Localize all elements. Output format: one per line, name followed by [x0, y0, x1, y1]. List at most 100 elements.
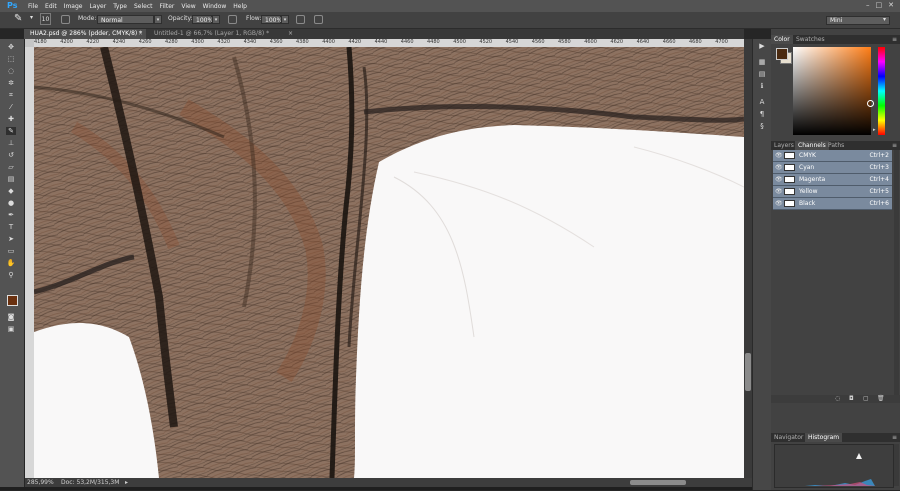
properties-icon[interactable]: ▤ — [756, 69, 768, 79]
channels-panel-menu-icon[interactable]: ≡ — [892, 141, 897, 150]
pressure-opacity-icon[interactable] — [228, 15, 237, 24]
vertical-scrollbar[interactable] — [744, 39, 752, 478]
menu-help[interactable]: Help — [233, 3, 247, 10]
mode-select[interactable]: Normal — [97, 15, 154, 24]
tab-hua2[interactable]: HUA2.psd @ 286% (pdder, CMYK/8) * × — [24, 29, 146, 39]
move-tool-icon[interactable]: ✥ — [6, 43, 16, 51]
zoom-tool-icon[interactable]: ⚲ — [6, 271, 16, 279]
color-field[interactable] — [793, 47, 871, 135]
airbrush-icon[interactable] — [296, 15, 305, 24]
visibility-eye-icon[interactable]: 👁 — [775, 162, 783, 173]
opacity-field[interactable]: 100% — [192, 15, 213, 24]
visibility-eye-icon[interactable]: 👁 — [775, 174, 783, 185]
character-icon[interactable]: A — [756, 97, 768, 107]
blur-tool-icon[interactable]: ◆ — [6, 187, 16, 195]
shape-tool-icon[interactable]: ▭ — [6, 247, 16, 255]
opacity-dropdown-icon[interactable]: ▾ — [212, 15, 220, 24]
workspace-select[interactable]: Mini — [826, 16, 890, 25]
maximize-button[interactable]: □ — [876, 1, 883, 9]
new-channel-icon[interactable]: ▢ — [863, 395, 869, 402]
hue-slider-arrow-icon[interactable]: ▸ — [873, 127, 876, 133]
channel-row-cyan[interactable]: 👁 Cyan Ctrl+3 — [773, 162, 892, 174]
visibility-eye-icon[interactable]: 👁 — [775, 186, 783, 197]
hand-tool-icon[interactable]: ✋ — [6, 259, 16, 267]
channel-row-magenta[interactable]: 👁 Magenta Ctrl+4 — [773, 174, 892, 186]
quick-select-tool-icon[interactable]: ✲ — [6, 79, 16, 87]
tab-channels[interactable]: Channels — [795, 141, 829, 150]
tab-histogram[interactable]: Histogram — [805, 433, 843, 442]
workspace-chevron-icon[interactable]: ▾ — [883, 16, 886, 23]
tab-navigator[interactable]: Navigator — [771, 433, 806, 442]
tab-swatches[interactable]: Swatches — [793, 35, 828, 44]
brush-panel-icon[interactable] — [61, 15, 70, 24]
screen-mode-icon[interactable]: ▣ — [6, 325, 16, 333]
histogram-panel-menu-icon[interactable]: ≡ — [892, 433, 897, 442]
dodge-tool-icon[interactable]: ● — [6, 199, 16, 207]
menu-layer[interactable]: Layer — [89, 3, 106, 10]
color-panel-menu-icon[interactable]: ≡ — [892, 35, 897, 44]
healing-tool-icon[interactable]: ✚ — [6, 115, 16, 123]
pen-tool-icon[interactable]: ✒ — [6, 211, 16, 219]
menu-image[interactable]: Image — [64, 3, 83, 10]
menu-edit[interactable]: Edit — [45, 3, 57, 10]
hue-slider[interactable] — [878, 47, 885, 135]
brush-preset-chevron-icon[interactable]: ▾ — [30, 14, 33, 21]
save-selection-icon[interactable]: ◘ — [849, 395, 854, 402]
menu-window[interactable]: Window — [203, 3, 227, 10]
play-action-icon[interactable]: ▶ — [756, 41, 768, 51]
tab-untitled-close-icon[interactable]: × — [288, 29, 293, 39]
type-tool-icon[interactable]: T — [6, 223, 16, 231]
info-icon[interactable]: ℹ — [756, 81, 768, 91]
close-window-button[interactable]: ✕ — [888, 1, 894, 9]
glyph-icon[interactable]: § — [756, 121, 768, 131]
document-canvas[interactable] — [34, 47, 744, 478]
visibility-eye-icon[interactable]: 👁 — [775, 198, 783, 209]
menu-filter[interactable]: Filter — [160, 3, 175, 10]
menu-view[interactable]: View — [181, 3, 195, 10]
channel-row-black[interactable]: 👁 Black Ctrl+6 — [773, 198, 892, 210]
flow-field[interactable]: 100% — [261, 15, 282, 24]
eyedropper-tool-icon[interactable]: ⁄ — [6, 103, 16, 111]
vertical-scroll-thumb[interactable] — [745, 353, 751, 391]
lasso-tool-icon[interactable]: ◌ — [6, 67, 16, 75]
minimize-button[interactable]: – — [866, 1, 870, 9]
flow-dropdown-icon[interactable]: ▾ — [281, 15, 289, 24]
tab-color[interactable]: Color — [771, 35, 793, 44]
path-select-tool-icon[interactable]: ➤ — [6, 235, 16, 243]
histogram-scrollbar[interactable] — [894, 444, 899, 486]
menu-file[interactable]: File — [28, 3, 38, 10]
channel-row-cmyk[interactable]: 👁 CMYK Ctrl+2 — [773, 150, 892, 162]
gradient-tool-icon[interactable]: ▤ — [6, 175, 16, 183]
zoom-readout[interactable]: 285,99% — [27, 479, 54, 486]
menu-type[interactable]: Type — [113, 3, 127, 10]
fg-color-chip[interactable] — [776, 48, 788, 60]
tab-layers[interactable]: Layers — [771, 141, 797, 150]
channels-scrollbar[interactable] — [894, 150, 899, 395]
quick-mask-icon[interactable]: ◙ — [6, 313, 16, 321]
crop-tool-icon[interactable]: ⌗ — [6, 91, 16, 99]
color-picker-ring[interactable] — [867, 100, 874, 107]
visibility-eye-icon[interactable]: 👁 — [775, 150, 783, 161]
tab-paths[interactable]: Paths — [825, 141, 847, 150]
mode-dropdown-icon[interactable]: ▾ — [154, 15, 162, 24]
stamp-tool-icon[interactable]: ⊥ — [6, 139, 16, 147]
load-selection-icon[interactable]: ◌ — [835, 395, 840, 402]
eraser-tool-icon[interactable]: ▱ — [6, 163, 16, 171]
pressure-size-icon[interactable] — [314, 15, 323, 24]
tab-hua2-close-icon[interactable]: × — [138, 29, 143, 39]
foreground-color-swatch[interactable] — [7, 295, 18, 306]
history-icon[interactable]: ▦ — [756, 57, 768, 67]
brush-size-preview[interactable]: 10 — [40, 13, 51, 25]
channel-row-yellow[interactable]: 👁 Yellow Ctrl+5 — [773, 186, 892, 198]
marquee-tool-icon[interactable]: ⬚ — [6, 55, 16, 63]
horizontal-scroll-thumb[interactable] — [630, 480, 686, 485]
status-menu-arrow-icon[interactable]: ▸ — [125, 479, 128, 486]
ruler-corner[interactable] — [25, 39, 34, 47]
brush-tool-icon[interactable]: ✎ — [14, 13, 22, 24]
tab-untitled-1[interactable]: Untitled-1 @ 66,7% (Layer 1, RGB/8) * × — [148, 29, 296, 39]
paragraph-icon[interactable]: ¶ — [756, 109, 768, 119]
brush-tool-icon-active[interactable]: ✎ — [6, 127, 16, 135]
history-brush-icon[interactable]: ↺ — [6, 151, 16, 159]
menu-select[interactable]: Select — [134, 3, 153, 10]
delete-channel-icon[interactable]: 🗑 — [877, 395, 885, 402]
